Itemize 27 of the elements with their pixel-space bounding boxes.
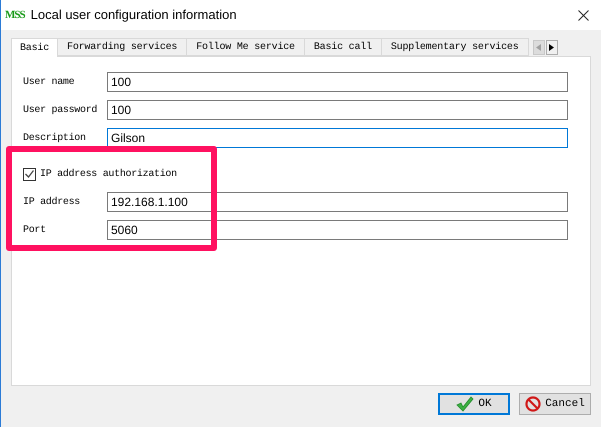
tab[interactable]: Basic	[11, 38, 58, 57]
tab[interactable]: Forwarding services	[58, 38, 188, 56]
field-label: IP address	[23, 196, 82, 210]
field-label: User password	[23, 104, 98, 118]
tab[interactable]: Supplementary services	[382, 38, 528, 56]
tab[interactable]: Basic call	[304, 38, 382, 56]
text-field[interactable]: 100	[107, 72, 568, 92]
tab[interactable]: Follow Me service	[187, 38, 305, 56]
text-field[interactable]: 100	[107, 100, 568, 120]
check-icon	[456, 396, 474, 412]
text-field[interactable]: Gilson	[107, 128, 568, 148]
prohibited-icon	[525, 396, 542, 412]
right-arrow-icon	[549, 44, 554, 51]
field-label: Port	[23, 224, 47, 238]
scroll-right-button[interactable]	[546, 40, 558, 55]
text-field[interactable]: 192.168.1.100	[107, 192, 568, 212]
close-icon[interactable]	[578, 10, 589, 20]
checkbox[interactable]	[23, 168, 36, 180]
field-label: Description	[23, 132, 87, 146]
ok-button[interactable]: OK	[438, 393, 510, 415]
field-label: User name	[23, 76, 76, 90]
app-logo: MSS	[5, 8, 25, 23]
checkbox-label: IP address authorization	[40, 168, 177, 182]
cancel-button[interactable]: Cancel	[519, 393, 591, 415]
left-arrow-icon	[536, 44, 541, 51]
text-field[interactable]: 5060	[107, 220, 568, 240]
window-title: Local user configuration information	[30, 6, 238, 24]
